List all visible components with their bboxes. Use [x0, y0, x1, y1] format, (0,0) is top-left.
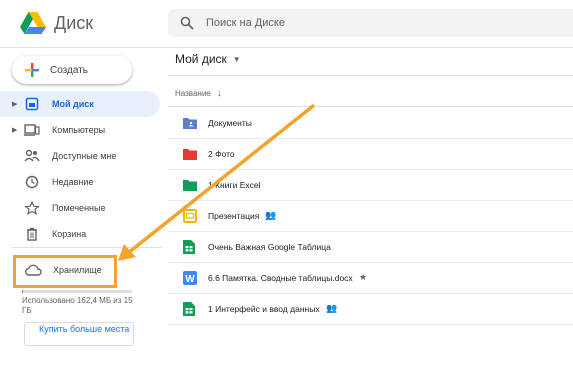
- sidebar-item-label: Мой диск: [52, 99, 94, 109]
- sheets-icon: [183, 240, 197, 254]
- storage-usage-text: Использовано 162,4 МБ из 15 ГБ: [22, 296, 133, 315]
- header-divider: [0, 47, 573, 48]
- file-name: 1 Интерфейс и ввод данных: [208, 304, 320, 314]
- storage-usage-fill: [22, 290, 24, 293]
- file-name: 6.6 Памятка. Сводные таблицы.docx: [208, 273, 353, 283]
- file-row[interactable]: 1 Книги Excel: [168, 170, 573, 201]
- chevron-down-icon: ▼: [232, 54, 241, 64]
- sidebar-item-shared[interactable]: Доступные мне: [0, 143, 160, 169]
- sort-by-name-header[interactable]: Название ↓: [175, 88, 222, 99]
- clock-icon: [24, 174, 40, 190]
- file-row[interactable]: 2 Фото: [168, 139, 573, 170]
- search-bar[interactable]: Поиск на Диске: [168, 9, 573, 37]
- sidebar-item-label: Помеченные: [52, 203, 106, 213]
- word-doc-icon: W: [183, 271, 197, 285]
- title-divider: [168, 75, 573, 76]
- folder-icon: [183, 116, 197, 130]
- app-logo[interactable]: Диск: [20, 12, 93, 34]
- search-placeholder[interactable]: Поиск на Диске: [206, 17, 285, 29]
- header-divider-line: [168, 106, 573, 107]
- cloud-icon: [24, 263, 42, 282]
- sidebar-item-label: Недавние: [52, 177, 94, 187]
- sidebar-item-label: Доступные мне: [52, 151, 117, 161]
- svg-text:W: W: [185, 274, 195, 285]
- shared-people-icon: 👥: [326, 303, 338, 313]
- file-name: 2 Фото: [208, 149, 235, 159]
- file-name: 1 Книги Excel: [208, 180, 261, 190]
- star-icon: ★: [359, 272, 368, 282]
- page-title-dropdown[interactable]: Мой диск ▼: [175, 52, 241, 66]
- file-row[interactable]: Очень Важная Google Таблица: [168, 232, 573, 263]
- expand-caret-icon[interactable]: ▶: [12, 100, 17, 108]
- sidebar-item-trash[interactable]: Корзина: [0, 221, 160, 247]
- plus-icon: [25, 63, 39, 77]
- sidebar-item-label: Компьютеры: [52, 125, 106, 135]
- create-button[interactable]: Создать: [12, 56, 132, 84]
- storage-usage-bar: [22, 290, 132, 293]
- search-icon[interactable]: [180, 16, 194, 30]
- column-header-name: Название: [175, 89, 211, 98]
- sidebar-item-starred[interactable]: Помеченные: [0, 195, 160, 221]
- computers-icon: [24, 122, 40, 138]
- sidebar-item-storage[interactable]: Хранилище: [13, 255, 117, 288]
- trash-icon: [24, 226, 40, 242]
- sidebar-item-label: Корзина: [52, 229, 87, 239]
- app-title: Диск: [54, 12, 94, 33]
- sidebar-item-label: Хранилище: [53, 265, 102, 275]
- sidebar-item-computers[interactable]: ▶ Компьютеры: [0, 117, 160, 143]
- star-icon: [24, 200, 40, 216]
- shared-people-icon: [24, 148, 40, 164]
- drive-logo-icon: [20, 12, 46, 34]
- file-name: Презентация: [208, 211, 260, 221]
- file-row[interactable]: Документы: [168, 108, 573, 139]
- file-row[interactable]: W 6.6 Памятка. Сводные таблицы.docx ★: [168, 263, 573, 294]
- sheets-icon: [183, 302, 197, 316]
- slides-icon: [183, 209, 197, 223]
- drive-folder-icon: [24, 96, 40, 112]
- file-row[interactable]: Презентация 👥: [168, 201, 573, 232]
- create-label: Создать: [50, 64, 89, 76]
- folder-icon: [183, 178, 197, 192]
- buy-storage-button[interactable]: Купить больше места: [24, 322, 134, 346]
- arrow-down-icon: ↓: [216, 88, 222, 99]
- shared-people-icon: 👥: [265, 210, 277, 220]
- sidebar-item-recent[interactable]: Недавние: [0, 169, 160, 195]
- file-name: Очень Важная Google Таблица: [208, 242, 331, 252]
- file-row[interactable]: 1 Интерфейс и ввод данных 👥: [168, 294, 573, 325]
- page-title: Мой диск: [175, 52, 227, 66]
- sidebar-item-my-drive[interactable]: ▶ Мой диск: [0, 91, 160, 117]
- folder-icon: [183, 147, 197, 161]
- sidebar-divider: [12, 247, 162, 248]
- expand-caret-icon[interactable]: ▶: [12, 126, 17, 134]
- file-name: Документы: [208, 118, 252, 128]
